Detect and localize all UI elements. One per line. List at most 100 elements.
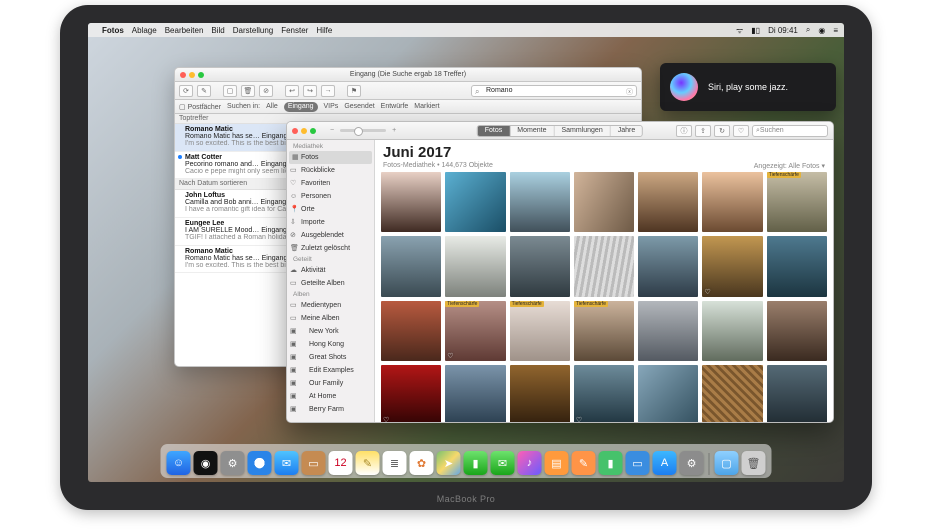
menu-window[interactable]: Fenster <box>281 26 308 35</box>
sidebar-item[interactable]: 🗑Zuletzt gelöscht <box>287 242 374 255</box>
photos-display-filter[interactable]: Angezeigt: Alle Fotos ▾ <box>754 162 825 170</box>
sidebar-album[interactable]: ▣Great Shots <box>287 351 374 364</box>
photo-thumb[interactable] <box>638 365 698 422</box>
photo-thumb[interactable] <box>702 365 762 422</box>
photo-thumb[interactable] <box>638 172 698 232</box>
dock-facetime[interactable]: ▮ <box>464 451 488 475</box>
sidebar-item[interactable]: ⇩Importe <box>287 216 374 229</box>
photo-thumb[interactable] <box>445 172 505 232</box>
dock-contacts[interactable]: ▭ <box>302 451 326 475</box>
spotlight-icon[interactable]: ⌕ <box>806 25 810 35</box>
info-button[interactable]: ⓘ <box>676 125 692 137</box>
tab-sammlungen[interactable]: Sammlungen <box>554 126 610 136</box>
photo-thumb[interactable]: Tiefenschärfe♡ <box>445 301 505 361</box>
dock-itunes[interactable]: ♪ <box>518 451 542 475</box>
photo-thumb[interactable] <box>574 236 634 296</box>
dock-mail[interactable]: ✉ <box>275 451 299 475</box>
dock-folder[interactable]: ▢ <box>715 451 739 475</box>
notification-center-icon[interactable]: ≡ <box>833 26 838 35</box>
photo-thumb[interactable]: Tiefenschärfe <box>510 301 570 361</box>
dock-notes[interactable]: ✎ <box>356 451 380 475</box>
photo-thumb[interactable] <box>702 172 762 232</box>
scope-markiert[interactable]: Markiert <box>414 103 439 110</box>
minimize-icon[interactable] <box>301 128 307 134</box>
dock-messages[interactable]: ✉ <box>491 451 515 475</box>
siri-menubar-icon[interactable]: ◉ <box>818 26 825 35</box>
photo-thumb[interactable] <box>381 172 441 232</box>
sidebar-item[interactable]: ▭Geteilte Alben <box>287 277 374 290</box>
photo-thumb[interactable] <box>381 236 441 296</box>
flag-button[interactable]: ⚑ <box>347 85 361 97</box>
photo-thumb[interactable] <box>510 236 570 296</box>
photo-thumb[interactable]: Tiefenschärfe <box>574 301 634 361</box>
sidebar-item[interactable]: ☁Aktivität <box>287 264 374 277</box>
dock-calendar[interactable]: 12 <box>329 451 353 475</box>
photo-thumb[interactable] <box>381 301 441 361</box>
photo-thumb[interactable] <box>510 172 570 232</box>
photo-thumb[interactable] <box>510 365 570 422</box>
menu-edit[interactable]: Bearbeiten <box>165 26 204 35</box>
sidebar-album[interactable]: ▣Hong Kong <box>287 338 374 351</box>
photo-thumb[interactable] <box>767 301 827 361</box>
photo-thumb[interactable] <box>702 301 762 361</box>
junk-button[interactable]: ⊘ <box>259 85 273 97</box>
dock-launchpad[interactable]: ⚙ <box>221 451 245 475</box>
menu-file[interactable]: Ablage <box>132 26 157 35</box>
scope-alle[interactable]: Alle <box>266 103 278 110</box>
sidebar-item[interactable]: ▭Medientypen <box>287 299 374 312</box>
favorite-button[interactable]: ♡ <box>733 125 749 137</box>
photo-thumb[interactable] <box>767 236 827 296</box>
photo-thumb[interactable]: ♡ <box>702 236 762 296</box>
zoom-in-icon[interactable]: + <box>392 127 396 134</box>
photo-thumb[interactable] <box>638 301 698 361</box>
photo-thumb[interactable] <box>638 236 698 296</box>
mailboxes-toggle[interactable]: ▢ Postfächer <box>179 103 221 111</box>
dock-maps[interactable]: ➤ <box>437 451 461 475</box>
delete-button[interactable]: 🗑 <box>241 85 255 97</box>
rotate-button[interactable]: ↻ <box>714 125 730 137</box>
menu-view[interactable]: Darstellung <box>233 26 273 35</box>
dock-pages[interactable]: ✎ <box>572 451 596 475</box>
dock-numbers[interactable]: ▮ <box>599 451 623 475</box>
mail-search-field[interactable]: ⌕ Romano ⓧ <box>471 85 637 97</box>
compose-button[interactable]: ✎ <box>197 85 211 97</box>
photo-thumb[interactable]: ♡ <box>574 365 634 422</box>
get-mail-button[interactable]: ⟳ <box>179 85 193 97</box>
battery-icon[interactable]: ▮▯ <box>751 26 760 35</box>
sidebar-album[interactable]: ▣New York <box>287 325 374 338</box>
sidebar-album[interactable]: ▣Edit Examples <box>287 364 374 377</box>
menubar-app[interactable]: Fotos <box>102 26 124 35</box>
clear-search-icon[interactable]: ⓧ <box>626 87 633 97</box>
sidebar-item[interactable]: 📍Orte <box>287 203 374 216</box>
photo-thumb[interactable] <box>767 365 827 422</box>
photo-thumb[interactable]: Tiefenschärfe <box>767 172 827 232</box>
menu-help[interactable]: Hilfe <box>316 26 332 35</box>
tab-momente[interactable]: Momente <box>510 126 554 136</box>
dock-ibooks[interactable]: ▤ <box>545 451 569 475</box>
scope-eingang[interactable]: Eingang <box>284 102 318 112</box>
sidebar-album[interactable]: ▣At Home <box>287 390 374 403</box>
dock-trash[interactable]: 🗑 <box>742 451 766 475</box>
mail-titlebar[interactable]: Eingang (Die Suche ergab 18 Treffer) <box>175 68 641 82</box>
zoom-icon[interactable] <box>310 128 316 134</box>
zoom-out-icon[interactable]: − <box>330 127 334 134</box>
scope-gesendet[interactable]: Gesendet <box>344 103 374 110</box>
siri-panel[interactable]: Siri, play some jazz. <box>660 63 836 111</box>
share-button[interactable]: ⇪ <box>695 125 711 137</box>
zoom-slider[interactable] <box>340 129 386 132</box>
dock-photos[interactable]: ✿ <box>410 451 434 475</box>
reply-all-button[interactable]: ↪ <box>303 85 317 97</box>
dock-appstore[interactable]: A <box>653 451 677 475</box>
scope-vips[interactable]: VIPs <box>324 103 339 110</box>
forward-button[interactable]: → <box>321 85 335 97</box>
photos-search-field[interactable]: ⌕ Suchen <box>752 125 828 137</box>
sidebar-item[interactable]: ♡Favoriten <box>287 177 374 190</box>
dock-preferences[interactable]: ⚙ <box>680 451 704 475</box>
dock-finder[interactable]: ☺ <box>167 451 191 475</box>
scope-entwuerfe[interactable]: Entwürfe <box>381 103 409 110</box>
menu-image[interactable]: Bild <box>211 26 224 35</box>
reply-button[interactable]: ↩ <box>285 85 299 97</box>
close-icon[interactable] <box>292 128 298 134</box>
archive-button[interactable]: ▢ <box>223 85 237 97</box>
sidebar-album[interactable]: ▣Our Family <box>287 377 374 390</box>
